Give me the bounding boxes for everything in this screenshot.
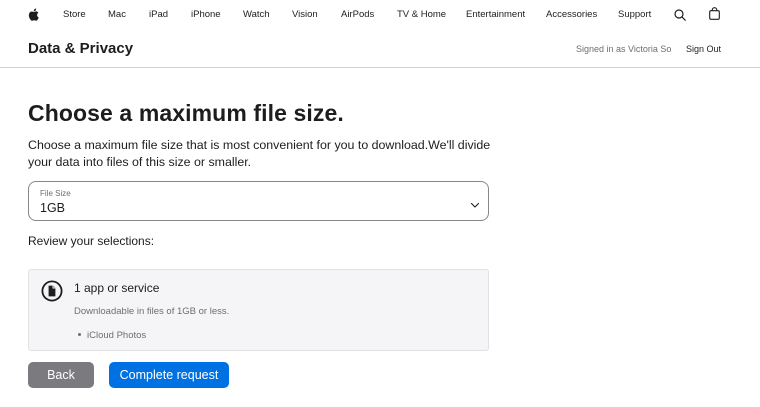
- bullet-dot: [78, 332, 81, 336]
- nav-ipad[interactable]: iPad: [149, 9, 168, 20]
- nav-vision[interactable]: Vision: [292, 9, 318, 20]
- review-label: Review your selections:: [28, 234, 155, 248]
- nav-entertainment[interactable]: Entertainment: [466, 9, 525, 20]
- sign-out-link[interactable]: Sign Out: [686, 44, 721, 54]
- list-item-label: iCloud Photos: [87, 330, 147, 341]
- file-size-select[interactable]: File Size 1GB: [28, 181, 489, 221]
- chevron-down-icon: [470, 196, 480, 214]
- document-icon: [41, 280, 63, 307]
- selection-title: 1 app or service: [74, 281, 160, 295]
- file-size-label: File Size: [40, 189, 71, 198]
- sub-nav: Data & Privacy Signed in as Victoria So …: [0, 30, 760, 68]
- selection-subtitle: Downloadable in files of 1GB or less.: [74, 306, 230, 317]
- apple-logo-icon[interactable]: [28, 8, 39, 26]
- nav-tv-home[interactable]: TV & Home: [397, 9, 446, 20]
- page-section-title[interactable]: Data & Privacy: [28, 40, 133, 57]
- nav-iphone[interactable]: iPhone: [191, 9, 221, 20]
- nav-accessories[interactable]: Accessories: [546, 9, 597, 20]
- file-size-value: 1GB: [40, 201, 66, 215]
- nav-watch[interactable]: Watch: [243, 9, 270, 20]
- list-item: iCloud Photos: [78, 330, 146, 341]
- nav-mac[interactable]: Mac: [108, 9, 126, 20]
- nav-store[interactable]: Store: [63, 9, 86, 20]
- search-icon[interactable]: [674, 8, 686, 26]
- nav-support[interactable]: Support: [618, 9, 651, 20]
- bag-icon[interactable]: [709, 7, 720, 25]
- back-button[interactable]: Back: [28, 362, 94, 388]
- signed-in-text: Signed in as Victoria So: [576, 44, 672, 54]
- page-heading: Choose a maximum file size.: [28, 100, 344, 126]
- page-description: Choose a maximum file size that is most …: [28, 138, 491, 169]
- global-nav: Store Mac iPad iPhone Watch Vision AirPo…: [0, 0, 760, 30]
- selection-card: 1 app or service Downloadable in files o…: [28, 269, 489, 351]
- nav-airpods[interactable]: AirPods: [341, 9, 374, 20]
- complete-request-button[interactable]: Complete request: [109, 362, 229, 388]
